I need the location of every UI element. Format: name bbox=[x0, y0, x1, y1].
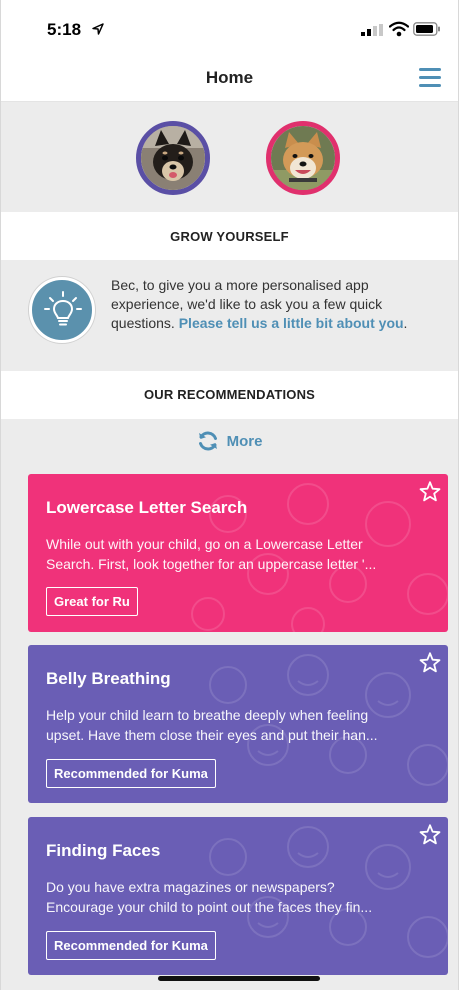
nav-bar: Home bbox=[1, 56, 458, 102]
card-description-line: While out with your child, go on a Lower… bbox=[46, 536, 363, 552]
lightbulb-badge bbox=[29, 277, 95, 343]
star-icon[interactable] bbox=[418, 823, 442, 847]
wifi-icon bbox=[389, 21, 409, 37]
card-title: Belly Breathing bbox=[46, 669, 171, 688]
grow-prompt-text: Bec, to give you a more personalised app… bbox=[111, 276, 441, 333]
section-header-recommendations: OUR RECOMMENDATIONS bbox=[1, 371, 458, 419]
card-description: Do you have extra magazines or newspaper… bbox=[46, 877, 436, 917]
signal-icon bbox=[361, 24, 383, 36]
phone-screen: 5:18 Home GROW YOURSELF Bec, to give you… bbox=[0, 0, 459, 990]
avatar-child-2[interactable] bbox=[266, 121, 340, 195]
home-indicator[interactable] bbox=[158, 976, 320, 981]
child-avatars bbox=[1, 103, 458, 211]
card-title: Lowercase Letter Search bbox=[46, 498, 248, 517]
card-description-line: upset. Have them close their eyes and pu… bbox=[46, 727, 378, 743]
card-description-line: Search. First, look together for an uppe… bbox=[46, 556, 377, 572]
battery-icon bbox=[413, 22, 440, 36]
page-title: Home bbox=[205, 68, 254, 87]
card-description: While out with your child, go on a Lower… bbox=[46, 534, 436, 574]
star-icon[interactable] bbox=[418, 480, 442, 504]
activity-card[interactable]: Lowercase Letter Search While out with y… bbox=[28, 474, 448, 632]
dog-photo-1 bbox=[141, 126, 205, 190]
more-button[interactable]: More bbox=[1, 430, 458, 464]
card-description: Help your child learn to breathe deeply … bbox=[46, 705, 436, 745]
activity-card[interactable]: Belly Breathing Help your child learn to… bbox=[28, 645, 448, 803]
activity-card[interactable]: Finding Faces Do you have extra magazine… bbox=[28, 817, 448, 975]
card-description-line: Help your child learn to breathe deeply … bbox=[46, 707, 369, 723]
card-description-line: Do you have extra magazines or newspaper… bbox=[46, 879, 335, 895]
card-title: Finding Faces bbox=[46, 841, 161, 860]
status-bar: 5:18 bbox=[1, 0, 458, 56]
star-icon[interactable] bbox=[418, 651, 442, 675]
refresh-icon bbox=[198, 431, 217, 451]
lightbulb-icon bbox=[44, 291, 82, 326]
grow-prompt-suffix: . bbox=[403, 315, 408, 331]
grow-yourself-panel: Bec, to give you a more personalised app… bbox=[1, 260, 458, 371]
card-tag[interactable]: Great for Ru bbox=[46, 587, 138, 616]
section-header-grow: GROW YOURSELF bbox=[1, 212, 458, 260]
card-tag[interactable]: Recommended for Kuma bbox=[46, 759, 216, 788]
location-arrow-icon bbox=[92, 23, 104, 35]
more-label: More bbox=[226, 432, 263, 450]
avatar-child-1[interactable] bbox=[136, 121, 210, 195]
status-time: 5:18 bbox=[47, 20, 82, 39]
menu-icon[interactable] bbox=[419, 68, 441, 88]
dog-photo-2 bbox=[271, 126, 335, 190]
tell-us-link[interactable]: Please tell us a little bit about you bbox=[179, 315, 404, 331]
card-tag[interactable]: Recommended for Kuma bbox=[46, 931, 216, 960]
card-description-line: Encourage your child to point out the fa… bbox=[46, 899, 373, 915]
